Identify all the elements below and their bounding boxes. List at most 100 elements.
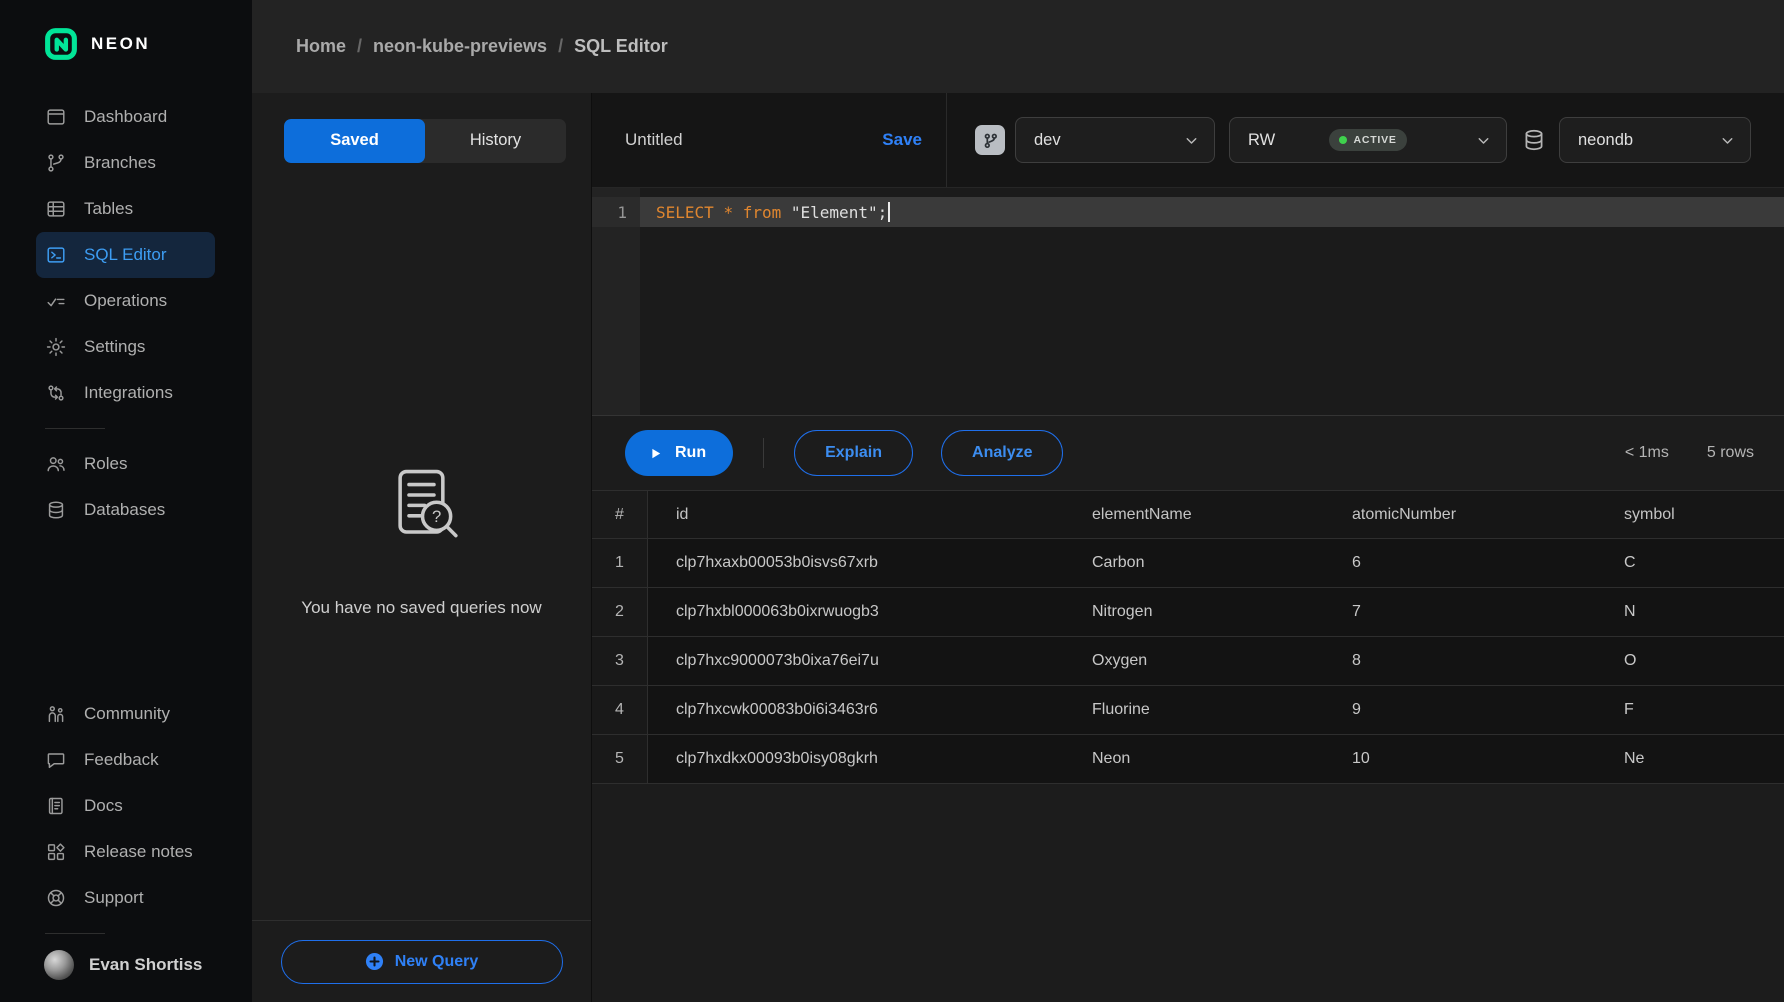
table-row: 5 clp7hxdkx00093b0isy08gkrh Neon 10 Ne (592, 735, 1784, 784)
breadcrumb: Home / neon-kube-previews / SQL Editor (252, 0, 1784, 93)
code-line-1[interactable]: 1 SELECT * from "Element"; (592, 197, 1784, 227)
save-query-link[interactable]: Save (882, 130, 922, 150)
integrations-icon (45, 382, 67, 404)
cell-id: clp7hxc9000073b0ixa76ei7u (648, 637, 1092, 685)
cell-elementName: Oxygen (1092, 637, 1352, 685)
sidebar-item-docs[interactable]: Docs (36, 783, 215, 829)
sidebar-admin-nav: Roles Databases (0, 441, 252, 533)
database-select[interactable]: neondb (1559, 117, 1751, 163)
query-stats: < 1ms 5 rows (1625, 444, 1754, 462)
sidebar-item-label: Docs (84, 796, 123, 816)
svg-text:?: ? (431, 507, 440, 526)
sidebar-item-release-notes[interactable]: Release notes (36, 829, 215, 875)
explain-button[interactable]: Explain (794, 430, 913, 476)
query-row-count: 5 rows (1707, 444, 1754, 462)
sidebar-item-sql-editor[interactable]: SQL Editor (36, 232, 215, 278)
release-notes-icon (45, 841, 67, 863)
breadcrumb-home[interactable]: Home (296, 36, 346, 57)
users-icon (45, 453, 67, 475)
saved-history-tabs: Saved History (284, 119, 566, 163)
sidebar-item-integrations[interactable]: Integrations (36, 370, 215, 416)
brand-wordmark: NEON (91, 34, 150, 54)
row-index: 1 (592, 539, 648, 587)
tab-saved[interactable]: Saved (284, 119, 425, 163)
sidebar-item-operations[interactable]: Operations (36, 278, 215, 324)
line-number: 1 (592, 197, 640, 227)
results-table: # id elementName atomicNumber symbol 1 c… (592, 490, 1784, 784)
run-button[interactable]: Run (625, 430, 733, 476)
sidebar-item-label: Integrations (84, 383, 173, 403)
sidebar-item-roles[interactable]: Roles (36, 441, 215, 487)
cell-symbol: O (1624, 637, 1784, 685)
column-header-index: # (592, 491, 648, 538)
breadcrumb-project[interactable]: neon-kube-previews (373, 36, 547, 57)
cell-id: clp7hxbl000063b0ixrwuogb3 (648, 588, 1092, 636)
new-query-label: New Query (395, 953, 479, 971)
sidebar-item-label: Databases (84, 500, 165, 520)
query-duration: < 1ms (1625, 444, 1669, 462)
column-header-id: id (648, 491, 1092, 538)
status-active-label: ACTIVE (1353, 134, 1396, 146)
sidebar-footer-nav: Community Feedback Docs Release notes Su… (0, 691, 252, 921)
cell-elementName: Fluorine (1092, 686, 1352, 734)
user-menu[interactable]: Evan Shortiss (44, 950, 252, 980)
sidebar-spacer (0, 533, 252, 691)
cell-id: clp7hxcwk00083b0i6i3463r6 (648, 686, 1092, 734)
table-row: 3 clp7hxc9000073b0ixa76ei7u Oxygen 8 O (592, 637, 1784, 686)
connection-selectors: dev RW ACTIVE (947, 93, 1784, 187)
new-query-button[interactable]: New Query (281, 940, 563, 984)
query-title-area: Untitled Save (592, 93, 947, 187)
breadcrumb-separator: / (558, 36, 563, 57)
compute-status-badge: ACTIVE (1329, 129, 1406, 151)
table-header-row: # id elementName atomicNumber symbol (592, 490, 1784, 539)
query-toolbar: Run Explain Analyze < 1ms 5 rows (592, 415, 1784, 490)
operations-icon (45, 290, 67, 312)
sidebar-item-feedback[interactable]: Feedback (36, 737, 215, 783)
database-icon (1521, 127, 1547, 153)
sidebar-item-databases[interactable]: Databases (36, 487, 215, 533)
sidebar-item-settings[interactable]: Settings (36, 324, 215, 370)
column-header-elementName: elementName (1092, 491, 1352, 538)
sidebar-item-label: Tables (84, 199, 133, 219)
app-root: NEON Dashboard Branches Tables SQL Edito… (0, 0, 1784, 1002)
editor-header: Untitled Save dev RW (592, 93, 1784, 188)
play-icon (648, 446, 663, 461)
brand-logo[interactable]: NEON (0, 26, 252, 62)
plus-circle-icon (365, 952, 384, 971)
column-header-atomicNumber: atomicNumber (1352, 491, 1624, 538)
code-content: SELECT * from "Element"; (640, 197, 1784, 227)
dashboard-icon (45, 106, 67, 128)
database-icon (45, 499, 67, 521)
sql-editor-area: Untitled Save dev RW (592, 93, 1784, 1002)
branch-chip-icon[interactable] (975, 125, 1005, 155)
row-index: 3 (592, 637, 648, 685)
saved-panel-footer: New Query (252, 920, 591, 1002)
query-title[interactable]: Untitled (625, 130, 683, 150)
sidebar-item-label: Branches (84, 153, 156, 173)
cell-symbol: F (1624, 686, 1784, 734)
database-select-value: neondb (1578, 131, 1633, 150)
sql-code-editor[interactable]: 1 SELECT * from "Element"; (592, 188, 1784, 415)
sidebar-item-label: Operations (84, 291, 167, 311)
chevron-down-icon (1719, 132, 1736, 149)
tab-history[interactable]: History (425, 119, 566, 163)
toolbar-divider (763, 438, 764, 468)
analyze-button[interactable]: Analyze (941, 430, 1063, 476)
compute-select[interactable]: RW ACTIVE (1229, 117, 1507, 163)
sidebar-item-community[interactable]: Community (36, 691, 215, 737)
sidebar-divider (45, 428, 105, 429)
sql-editor-icon (45, 244, 67, 266)
sidebar-item-label: Dashboard (84, 107, 167, 127)
sidebar-item-branches[interactable]: Branches (36, 140, 215, 186)
cell-atomicNumber: 10 (1352, 735, 1624, 783)
table-row: 2 clp7hxbl000063b0ixrwuogb3 Nitrogen 7 N (592, 588, 1784, 637)
sidebar-item-tables[interactable]: Tables (36, 186, 215, 232)
empty-state-message: You have no saved queries now (301, 598, 541, 618)
sidebar-item-dashboard[interactable]: Dashboard (36, 94, 215, 140)
sidebar-item-label: Release notes (84, 842, 193, 862)
sidebar-item-support[interactable]: Support (36, 875, 215, 921)
column-header-symbol: symbol (1624, 491, 1784, 538)
branch-select[interactable]: dev (1015, 117, 1215, 163)
sql-operator: * (723, 203, 733, 222)
text-cursor (888, 202, 890, 222)
